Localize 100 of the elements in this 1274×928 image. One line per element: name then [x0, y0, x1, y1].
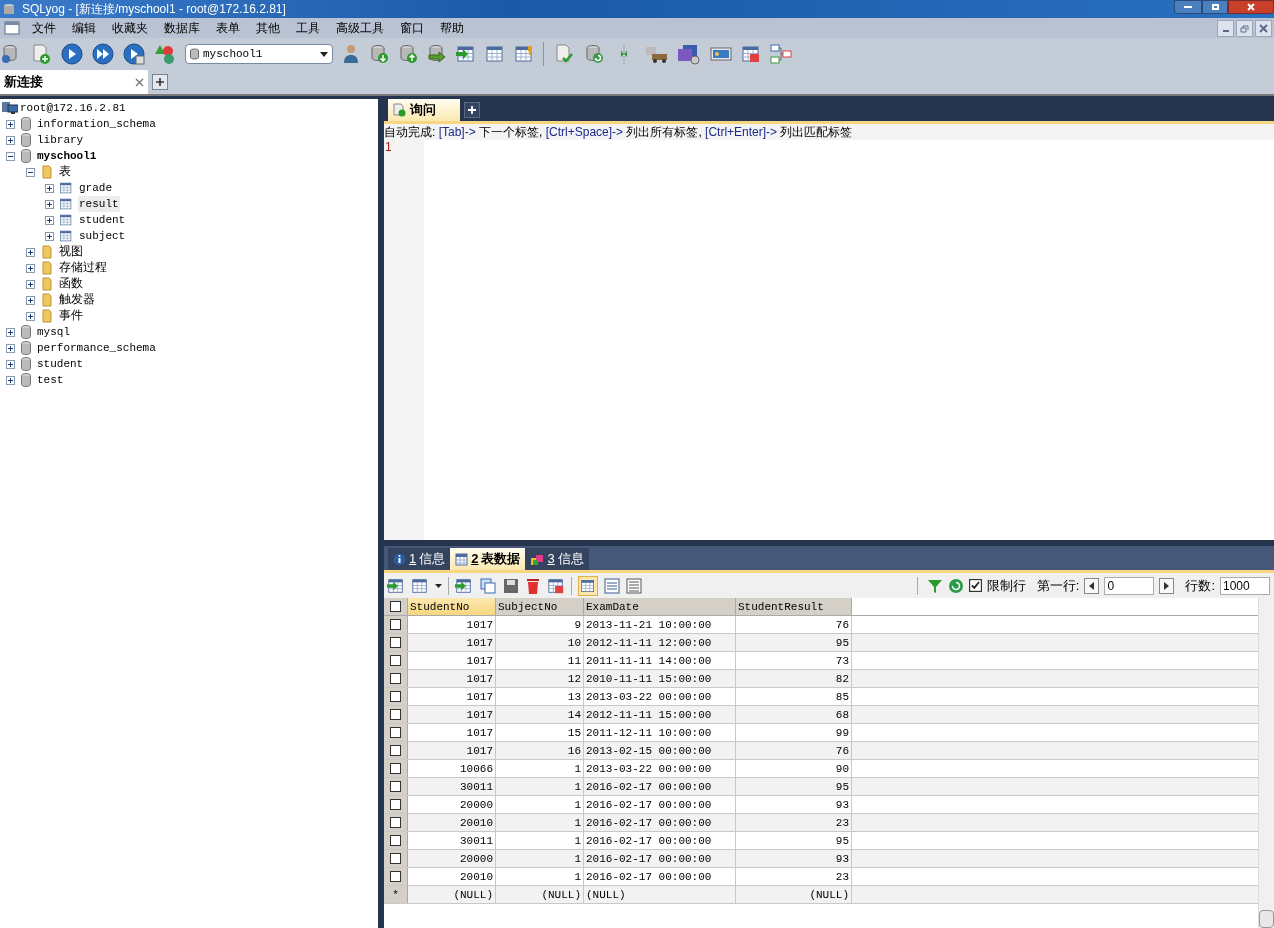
checkbox[interactable] — [390, 871, 401, 882]
expand-icon[interactable] — [45, 199, 54, 209]
checkbox[interactable] — [390, 817, 401, 828]
menu-item[interactable]: 表单 — [208, 19, 248, 37]
checkbox[interactable] — [968, 579, 982, 592]
diagram-icon[interactable] — [770, 43, 792, 65]
expand-icon[interactable] — [6, 359, 15, 369]
new-query-tab-button[interactable] — [464, 102, 480, 118]
expand-icon[interactable] — [26, 311, 35, 321]
tree-item[interactable]: root@172.16.2.81 — [20, 100, 126, 116]
first-row-field[interactable]: 0 — [1104, 576, 1155, 595]
column-header[interactable]: StudentResult — [736, 598, 852, 615]
checkbox[interactable] — [390, 691, 401, 702]
table-export-icon[interactable] — [411, 576, 429, 595]
play-document-icon[interactable] — [123, 43, 145, 65]
checkbox[interactable] — [390, 835, 401, 846]
expand-icon[interactable] — [45, 183, 54, 193]
checkbox[interactable] — [390, 619, 401, 630]
expand-icon[interactable] — [6, 375, 15, 385]
caret-icon[interactable] — [435, 583, 442, 588]
filter-icon[interactable] — [926, 577, 943, 594]
column-header[interactable]: SubjectNo — [496, 598, 584, 615]
menu-item[interactable]: 其他 — [248, 19, 288, 37]
expand-icon[interactable] — [6, 343, 15, 353]
menu-item[interactable]: 帮助 — [432, 19, 472, 37]
column-header[interactable]: StudentNo — [408, 598, 496, 615]
checkbox[interactable] — [390, 655, 401, 666]
next-button[interactable] — [1159, 577, 1175, 594]
tree-item[interactable]: subject — [78, 228, 127, 244]
expand-icon[interactable] — [6, 327, 15, 337]
checkbox[interactable] — [390, 745, 401, 756]
tree-item[interactable]: 事件 — [59, 308, 83, 324]
tree-item[interactable]: performance_schema — [37, 340, 156, 356]
database-select[interactable]: myschool1 — [185, 44, 333, 64]
checkbox[interactable] — [390, 799, 401, 810]
tree-item[interactable]: information_schema — [37, 116, 156, 132]
person-icon[interactable] — [342, 43, 360, 65]
tree-item[interactable]: 函数 — [59, 276, 83, 292]
database-download-icon[interactable] — [369, 44, 389, 64]
scrollbar[interactable] — [1258, 598, 1274, 928]
checkbox[interactable] — [390, 853, 401, 864]
menu-item[interactable]: 文件 — [24, 19, 64, 37]
expand-icon[interactable] — [26, 247, 35, 257]
collapse-icon[interactable] — [6, 151, 15, 161]
menu-item[interactable]: 工具 — [288, 19, 328, 37]
tree-item[interactable]: result — [78, 196, 120, 212]
save-icon[interactable] — [503, 577, 519, 594]
tree-item[interactable]: 触发器 — [59, 292, 95, 308]
minimize-button[interactable] — [1174, 0, 1202, 14]
mdi-close-button[interactable] — [1255, 19, 1272, 37]
tree-item[interactable]: 视图 — [59, 244, 83, 260]
checkbox[interactable] — [390, 781, 401, 792]
collapse-icon[interactable] — [26, 167, 35, 177]
close-button[interactable] — [1228, 0, 1274, 14]
expand-icon[interactable] — [6, 119, 15, 129]
table-grid-icon[interactable] — [741, 44, 761, 64]
result-tab[interactable]: 2 表数据 — [450, 548, 526, 570]
table-plus-icon[interactable] — [455, 576, 473, 595]
tree-item[interactable]: 表 — [59, 164, 71, 180]
table-icon[interactable] — [485, 44, 505, 64]
refresh-icon[interactable] — [947, 577, 964, 594]
monitor-database-icon[interactable] — [677, 43, 701, 65]
previous-button[interactable] — [1084, 577, 1100, 594]
checkbox[interactable] — [390, 763, 401, 774]
fast-forward-icon[interactable] — [92, 43, 114, 65]
checkbox[interactable] — [390, 709, 401, 720]
expand-icon[interactable] — [26, 295, 35, 305]
checkbox[interactable] — [390, 673, 401, 684]
database-refresh-icon[interactable] — [584, 44, 604, 64]
mdi-restore-button[interactable] — [1236, 19, 1253, 37]
expand-icon[interactable] — [26, 279, 35, 289]
text-view-icon[interactable] — [626, 577, 642, 594]
expand-icon[interactable] — [45, 215, 54, 225]
shapes-icon[interactable] — [154, 43, 176, 65]
trash-icon[interactable] — [525, 576, 541, 595]
tree-item[interactable]: student — [37, 356, 84, 372]
query-editor[interactable]: 1 — [384, 140, 1274, 540]
expand-icon[interactable] — [45, 231, 54, 241]
tree-item[interactable]: mysql — [37, 324, 70, 340]
tree-item[interactable]: library — [37, 132, 84, 148]
menu-item[interactable]: 收藏夹 — [104, 19, 156, 37]
column-header[interactable]: ExamDate — [584, 598, 736, 615]
tree-item[interactable]: 存储过程 — [59, 260, 107, 276]
window-menu-icon[interactable] — [4, 21, 20, 35]
table-key-icon[interactable] — [514, 44, 534, 64]
result-tab[interactable]: 1 信息 — [388, 548, 451, 570]
maximize-button[interactable] — [1202, 0, 1228, 14]
menu-item[interactable]: 窗口 — [392, 19, 432, 37]
expand-icon[interactable] — [26, 263, 35, 273]
truck-icon[interactable] — [644, 43, 668, 65]
row-count-field[interactable]: 1000 — [1220, 576, 1270, 595]
menu-item[interactable]: 数据库 — [156, 19, 208, 37]
expand-icon[interactable] — [6, 135, 15, 145]
database-arrow-icon[interactable] — [427, 44, 447, 64]
checkbox[interactable] — [390, 637, 401, 648]
menu-item[interactable]: 高级工具 — [328, 19, 392, 37]
checkbox[interactable] — [390, 727, 401, 738]
connection-tab[interactable]: 新连接 — [0, 70, 148, 94]
database-upload-icon[interactable] — [398, 44, 418, 64]
result-tab[interactable]: 3 信息 — [525, 548, 589, 570]
